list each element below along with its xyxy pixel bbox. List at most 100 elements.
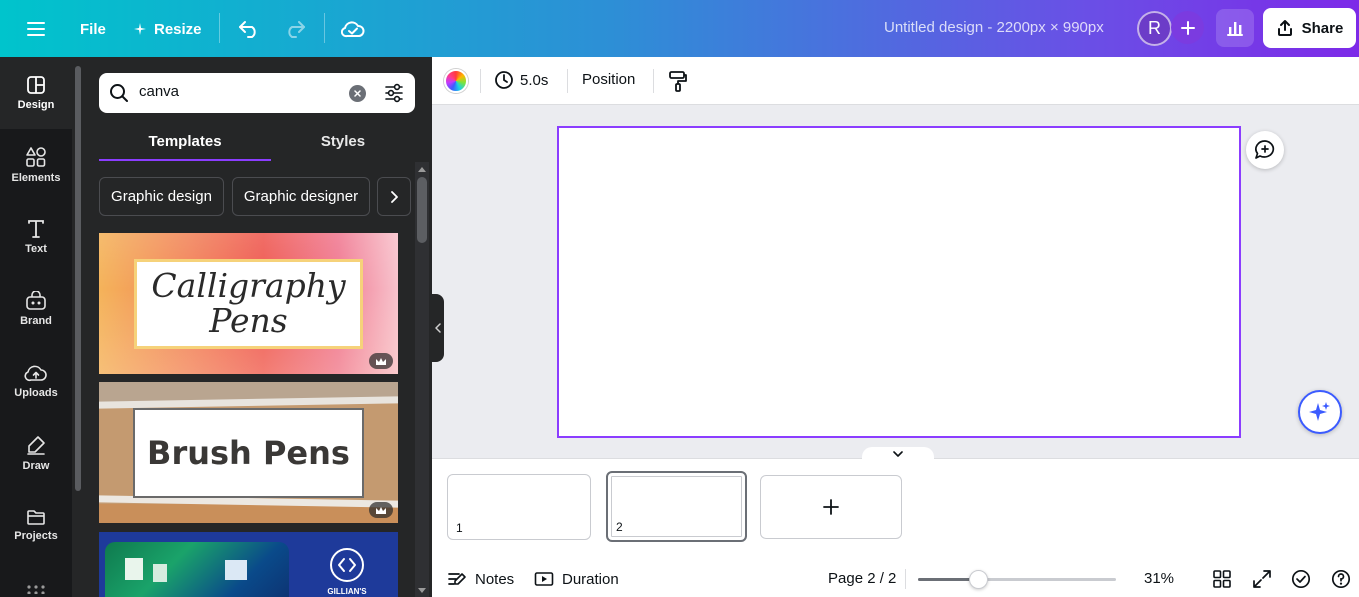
template-card[interactable]: Calligraphy Pens (99, 233, 398, 374)
search-icon (110, 84, 128, 102)
add-comment-button[interactable] (1246, 131, 1284, 169)
check-status-button[interactable] (1291, 569, 1311, 594)
add-page-button[interactable] (760, 475, 902, 539)
chips-scroll-right-button[interactable] (377, 177, 411, 216)
canva-editor: File Resize Untitled design - 2200px × 9… (0, 0, 1359, 597)
page-indicator[interactable]: Page 2 / 2 (828, 570, 896, 587)
copy-style-button[interactable] (668, 70, 688, 97)
toggle-pages-button[interactable] (862, 447, 934, 461)
rail-item-label: Draw (22, 460, 50, 472)
comment-plus-icon (1255, 140, 1275, 159)
redo-button[interactable] (278, 12, 312, 46)
fullscreen-button[interactable] (1252, 569, 1272, 594)
notes-button[interactable]: Notes (447, 569, 514, 589)
rail-scrollbar[interactable] (75, 66, 81, 491)
main-menu-button[interactable] (19, 12, 53, 46)
folder-icon (27, 510, 45, 525)
template-subtitle: Pens (209, 301, 288, 340)
page-thumbnail-2[interactable]: 2 (606, 471, 747, 542)
code-brackets-icon (338, 558, 356, 572)
upload-icon (24, 365, 47, 382)
timing-button[interactable]: 5.0s (494, 70, 548, 90)
rail-item-projects[interactable]: Projects (0, 489, 72, 561)
avatar[interactable]: R (1137, 11, 1172, 46)
scroll-up-icon (418, 167, 426, 172)
template-card[interactable]: GILLIAN'S (99, 532, 398, 597)
zoom-level[interactable]: 31% (1144, 570, 1174, 587)
duration-button[interactable]: Duration (534, 569, 619, 589)
rail-item-draw[interactable]: Draw (0, 417, 72, 489)
invite-button[interactable] (1171, 11, 1204, 44)
magic-assistant-button[interactable] (1298, 390, 1342, 434)
design-icon (27, 76, 45, 94)
clear-search-button[interactable] (349, 85, 366, 102)
notes-label: Notes (475, 570, 515, 588)
search-input[interactable] (139, 83, 339, 100)
chip-graphic-design[interactable]: Graphic design (99, 177, 224, 216)
rail-item-text[interactable]: Text (0, 201, 72, 273)
chevron-down-icon (893, 450, 903, 457)
resize-label: Resize (154, 20, 202, 38)
duration-label: Duration (562, 570, 619, 588)
rail-item-design[interactable]: Design (0, 57, 72, 129)
sparkles-icon (1309, 402, 1330, 421)
plus-icon (1180, 20, 1195, 35)
plus-icon (823, 499, 839, 515)
save-status-button[interactable] (336, 12, 370, 46)
templates-scroll-thumb[interactable] (417, 177, 427, 243)
context-toolbar: 5.0s Position (432, 57, 1359, 105)
rail-item-label: Projects (14, 530, 58, 542)
chevron-left-icon (435, 323, 441, 333)
position-button[interactable]: Position (582, 71, 635, 88)
text-icon (28, 220, 44, 238)
grid-view-button[interactable] (1212, 569, 1232, 594)
filter-button[interactable] (384, 82, 404, 109)
design-canvas[interactable] (557, 126, 1241, 438)
check-circle-icon (1291, 569, 1311, 589)
more-apps-icon[interactable] (26, 581, 46, 597)
pro-badge (369, 502, 393, 518)
toolbar-divider (480, 69, 481, 93)
template-title: Brush Pens (147, 434, 350, 472)
elements-icon (26, 147, 46, 167)
zoom-slider-handle[interactable] (969, 570, 988, 589)
tab-styles[interactable]: Styles (271, 122, 415, 160)
scroll-down-icon (418, 588, 426, 593)
template-photo-detail (153, 564, 167, 582)
tab-templates[interactable]: Templates (99, 122, 271, 160)
template-text-box: Brush Pens (133, 408, 364, 498)
sparkle-icon (134, 23, 146, 35)
background-color-button[interactable] (444, 69, 468, 93)
document-title[interactable]: Untitled design - 2200px × 990px (884, 19, 1104, 36)
page-thumbnail-1[interactable]: 1 (447, 474, 591, 540)
zoom-slider-track[interactable] (918, 578, 1116, 581)
page-number: 1 (456, 521, 463, 535)
template-card[interactable]: Brush Pens (99, 382, 398, 523)
template-brand-text: GILLIAN'S (327, 587, 367, 596)
bar-chart-icon (1227, 22, 1243, 36)
chip-graphic-designer[interactable]: Graphic designer (232, 177, 370, 216)
rail-item-label: Text (25, 243, 47, 255)
expand-icon (1253, 570, 1271, 588)
resize-button[interactable]: Resize (134, 12, 202, 46)
rail-item-elements[interactable]: Elements (0, 129, 72, 201)
rail-item-label: Uploads (14, 387, 58, 399)
file-menu-button[interactable]: File (80, 12, 106, 46)
rail-item-label: Elements (11, 172, 61, 184)
play-box-icon (534, 572, 554, 586)
undo-button[interactable] (232, 12, 266, 46)
left-rail: Design Elements Text Brand Uploads Draw … (0, 57, 72, 597)
insights-button[interactable] (1216, 9, 1254, 47)
crown-icon (376, 357, 386, 365)
help-button[interactable] (1331, 569, 1351, 594)
share-icon (1277, 20, 1292, 36)
rail-item-brand[interactable]: Brand (0, 273, 72, 345)
template-photo-detail (225, 560, 247, 580)
template-photo (105, 542, 289, 597)
topbar-divider (324, 13, 325, 43)
redo-icon (288, 21, 305, 38)
collapse-panel-button[interactable] (432, 294, 444, 362)
share-button[interactable]: Share (1263, 8, 1356, 48)
rail-item-uploads[interactable]: Uploads (0, 345, 72, 417)
grid-icon (1213, 570, 1231, 588)
